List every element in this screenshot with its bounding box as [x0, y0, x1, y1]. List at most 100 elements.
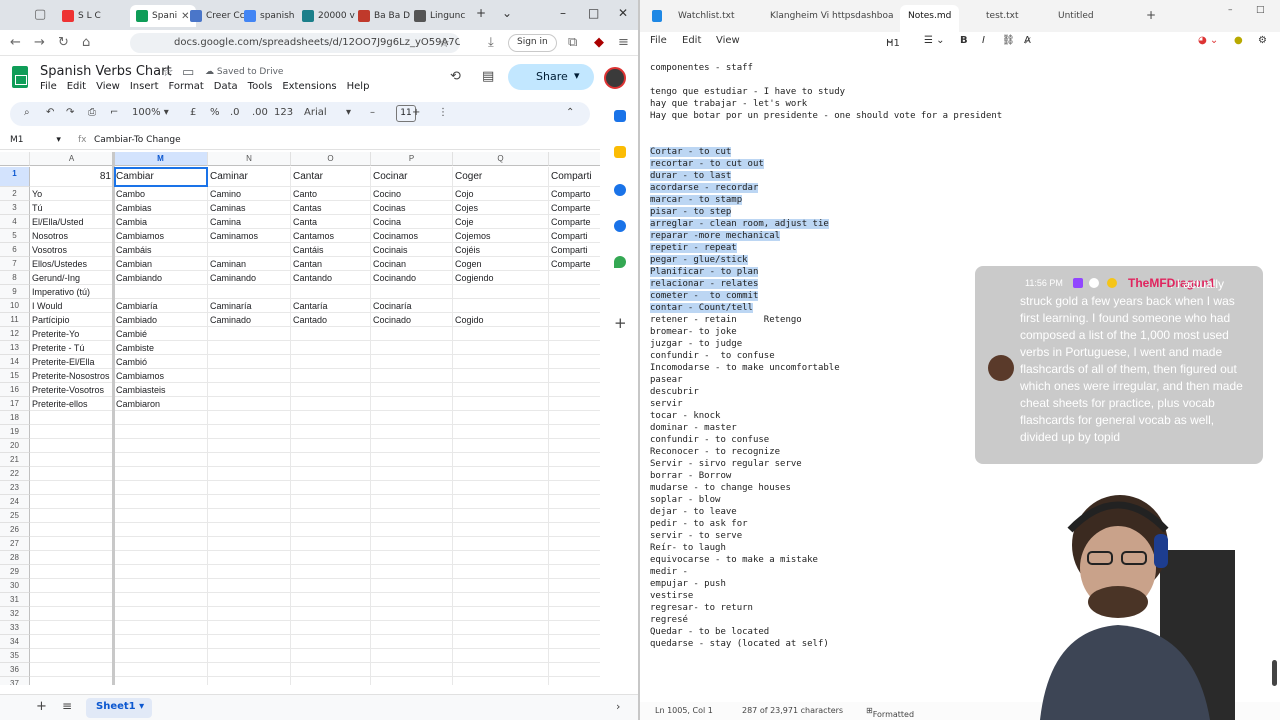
grid-cell[interactable]: [291, 579, 371, 593]
grid-cell[interactable]: [208, 439, 291, 453]
grid-cell[interactable]: Cambian: [114, 257, 208, 271]
grid-cell[interactable]: [30, 425, 114, 439]
grid-cell[interactable]: [291, 467, 371, 481]
grid-cell[interactable]: Cantaría: [291, 299, 371, 313]
print-icon[interactable]: ⎙: [88, 107, 96, 118]
grid-cell[interactable]: [208, 397, 291, 411]
browser-tab[interactable]: Creer Cc: [190, 5, 245, 27]
grid-cell[interactable]: [291, 411, 371, 425]
notes-menu-file[interactable]: File: [650, 35, 667, 46]
grid-cell[interactable]: Cambiamos: [114, 229, 208, 243]
grid-cell[interactable]: Cambiado: [114, 313, 208, 327]
minimize-icon[interactable]: –: [560, 6, 566, 20]
row-header[interactable]: 5: [0, 229, 30, 243]
grid-cell[interactable]: Cocinas: [371, 201, 453, 215]
grid-cell[interactable]: [114, 537, 208, 551]
bookmark-star-icon[interactable]: ☆: [438, 36, 450, 51]
grid-cell[interactable]: Canta: [291, 215, 371, 229]
grid-cell[interactable]: Comparte: [549, 257, 600, 271]
grid-cell[interactable]: [30, 439, 114, 453]
menu-item[interactable]: Edit: [67, 81, 86, 92]
grid-cell[interactable]: [208, 285, 291, 299]
column-header[interactable]: O: [291, 152, 371, 166]
grid-cell[interactable]: [30, 607, 114, 621]
column-header[interactable]: P: [371, 152, 453, 166]
notes-tab[interactable]: Klangheim Vi: [770, 11, 829, 21]
grid-cell[interactable]: [30, 663, 114, 677]
account-avatar[interactable]: [604, 67, 626, 89]
grid-cell[interactable]: Coje: [453, 215, 549, 229]
grid-cell[interactable]: [371, 565, 453, 579]
reload-icon[interactable]: ↻: [58, 35, 69, 50]
grid-cell[interactable]: [291, 285, 371, 299]
grid-cell[interactable]: [453, 663, 549, 677]
grid-cell[interactable]: [30, 481, 114, 495]
grid-cell[interactable]: Cogiendo: [453, 271, 549, 285]
grid-cell[interactable]: [371, 649, 453, 663]
grid-cell[interactable]: Ellos/Ustedes: [30, 257, 114, 271]
row-header[interactable]: 8: [0, 271, 30, 285]
grid-cell[interactable]: Cambiamos: [114, 369, 208, 383]
grid-cell[interactable]: [453, 579, 549, 593]
grid-cell[interactable]: Cambiando: [114, 271, 208, 285]
grid-cell[interactable]: [114, 635, 208, 649]
note-line[interactable]: acordarse - recordar: [650, 182, 1270, 194]
grid-cell[interactable]: [371, 341, 453, 355]
grid-cell[interactable]: Cambáis: [114, 243, 208, 257]
row-header[interactable]: 23: [0, 481, 30, 495]
grid-cell[interactable]: [208, 621, 291, 635]
grid-cell[interactable]: [114, 523, 208, 537]
grid-cell[interactable]: [30, 551, 114, 565]
grid-cell[interactable]: [371, 397, 453, 411]
grid-cell[interactable]: [291, 509, 371, 523]
grid-cell[interactable]: [208, 523, 291, 537]
grid-cell[interactable]: [30, 509, 114, 523]
grid-cell[interactable]: Cambió: [114, 355, 208, 369]
calendar-icon[interactable]: [614, 110, 626, 122]
menu-item[interactable]: Insert: [130, 81, 159, 92]
grid-cell[interactable]: [549, 285, 600, 299]
explore-icon[interactable]: ›: [616, 700, 620, 713]
grid-cell[interactable]: [114, 411, 208, 425]
row-header[interactable]: 24: [0, 495, 30, 509]
tab-list-icon[interactable]: ⌄: [502, 6, 512, 20]
grid-cell[interactable]: [291, 649, 371, 663]
grid-cell[interactable]: [208, 551, 291, 565]
browser-tab[interactable]: Ba Ba D: [358, 5, 410, 27]
grid-cell[interactable]: [453, 341, 549, 355]
grid-cell[interactable]: [291, 341, 371, 355]
row-header[interactable]: 16: [0, 383, 30, 397]
grid-cell[interactable]: [208, 565, 291, 579]
notes-menu-edit[interactable]: Edit: [682, 35, 701, 46]
grid-cell[interactable]: Camino: [208, 187, 291, 201]
grid-cell[interactable]: [453, 635, 549, 649]
star-icon[interactable]: ☆: [162, 65, 174, 80]
grid-cell[interactable]: Cocinamos: [371, 229, 453, 243]
grid-cell[interactable]: [291, 439, 371, 453]
grid-cell[interactable]: Cocina: [371, 215, 453, 229]
grid-cell[interactable]: [208, 425, 291, 439]
note-line[interactable]: hay que trabajar - let's work: [650, 98, 1270, 110]
note-line[interactable]: durar - to last: [650, 170, 1270, 182]
grid-cell[interactable]: Cocinando: [371, 271, 453, 285]
grid-cell[interactable]: [453, 439, 549, 453]
grid-cell[interactable]: [114, 509, 208, 523]
grid-cell[interactable]: [291, 453, 371, 467]
bold-icon[interactable]: B: [960, 35, 968, 46]
grid-cell[interactable]: Preterite-El/Ella: [30, 355, 114, 369]
grid-cell[interactable]: [208, 341, 291, 355]
grid-cell[interactable]: [291, 537, 371, 551]
grid-cell[interactable]: Cantando: [291, 271, 371, 285]
grid-cell[interactable]: [291, 551, 371, 565]
grid-cell[interactable]: Imperativo (tú): [30, 285, 114, 299]
grid-cell[interactable]: El/Ella/Usted: [30, 215, 114, 229]
grid-cell[interactable]: Cambias: [114, 201, 208, 215]
grid-cell[interactable]: [549, 607, 600, 621]
grid-cell[interactable]: [453, 481, 549, 495]
menu-item[interactable]: Help: [347, 81, 370, 92]
maps-icon[interactable]: [614, 256, 626, 268]
share-button[interactable]: Share ▾: [508, 64, 594, 90]
zoom-select[interactable]: 100% ▾: [132, 107, 169, 118]
browser-menu-icon[interactable]: ≡: [618, 35, 629, 50]
grid-cell[interactable]: [291, 397, 371, 411]
